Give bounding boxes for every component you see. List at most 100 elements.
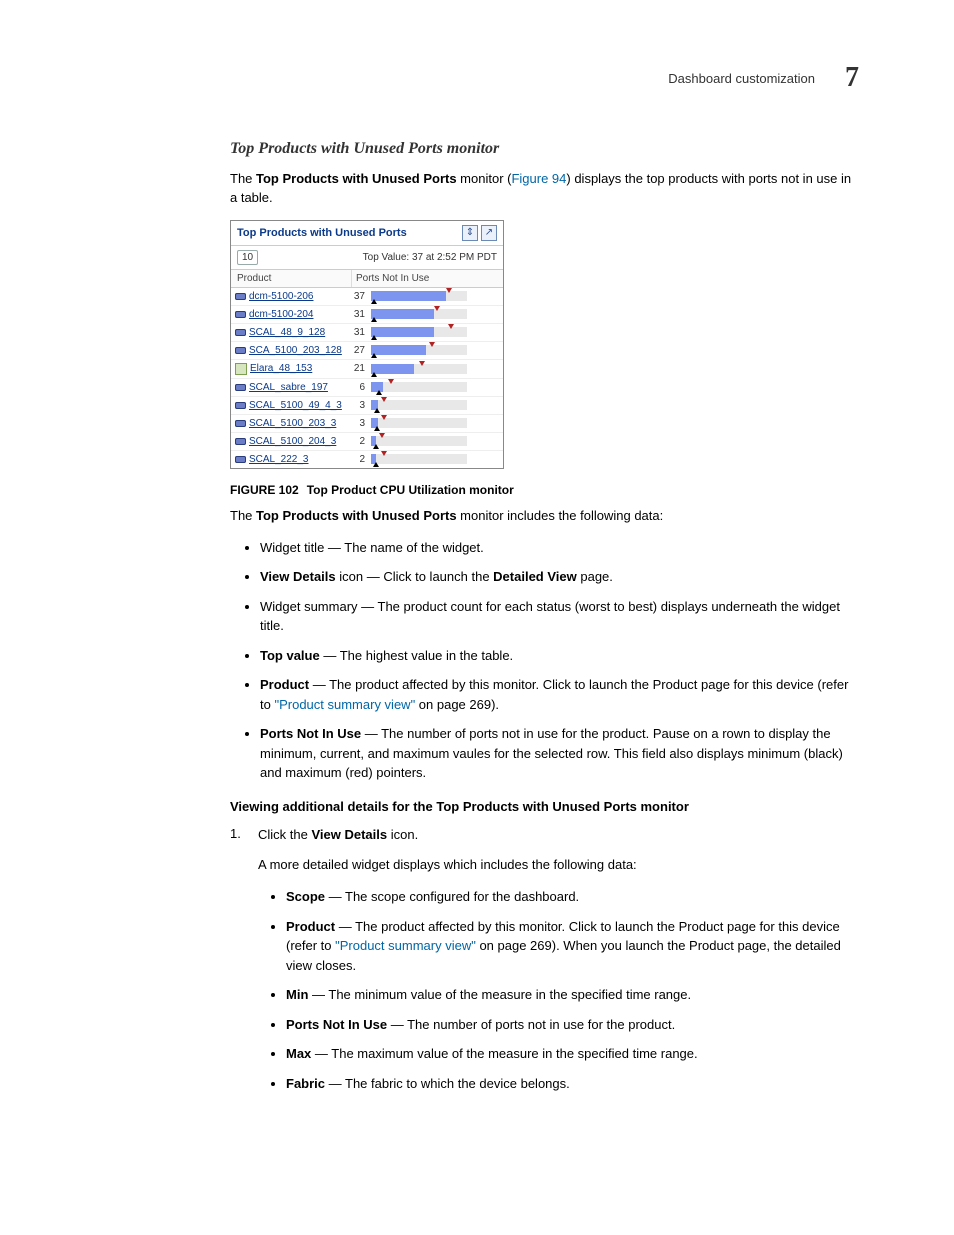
- list-item: Widget summary — The product count for e…: [260, 597, 859, 636]
- bar-cell: [371, 327, 499, 337]
- detailed-view-list: Scope — The scope configured for the das…: [258, 887, 859, 1093]
- max-pointer-icon: [419, 361, 425, 366]
- table-row[interactable]: Elara_48_15321: [231, 360, 503, 379]
- product-link[interactable]: dcm-5100-206: [249, 291, 313, 302]
- ports-value: 31: [345, 327, 365, 338]
- list-item: Ports Not In Use — The number of ports n…: [286, 1015, 859, 1035]
- min-pointer-icon: [376, 390, 382, 395]
- col-header-product[interactable]: Product: [233, 270, 352, 287]
- bar-cell: [371, 291, 499, 301]
- table-row[interactable]: dcm-5100-20637: [231, 288, 503, 306]
- product-link[interactable]: dcm-5100-204: [249, 309, 313, 320]
- product-link[interactable]: SCAL_48_9_128: [249, 327, 325, 338]
- ports-value: 2: [345, 436, 365, 447]
- table-row[interactable]: SCAL_48_9_128 31: [231, 324, 503, 342]
- viewing-additional-details-heading: Viewing additional details for the Top P…: [230, 799, 859, 814]
- ports-value: 6: [345, 382, 365, 393]
- widget-title: Top Products with Unused Ports: [237, 227, 407, 239]
- min-pointer-icon: [371, 317, 377, 322]
- product-link[interactable]: Elara_48_153: [250, 363, 312, 374]
- max-pointer-icon: [429, 342, 435, 347]
- max-pointer-icon: [388, 379, 394, 384]
- table-row[interactable]: SCAL_5100_204_3 2: [231, 433, 503, 451]
- product-summary-link[interactable]: "Product summary view": [274, 697, 415, 712]
- col-header-ports[interactable]: Ports Not In Use: [352, 270, 501, 287]
- table-row[interactable]: dcm-5100-204 31: [231, 306, 503, 324]
- product-cell: SCAL_5100_49_4_3: [235, 400, 345, 411]
- section-title: Top Products with Unused Ports monitor: [230, 140, 859, 158]
- product-link[interactable]: SCAL_5100_204_3: [249, 436, 336, 447]
- max-pointer-icon: [446, 288, 452, 293]
- widget-collapse-icon[interactable]: ⇕: [462, 225, 478, 241]
- max-pointer-icon: [379, 433, 385, 438]
- list-item: View Details icon — Click to launch the …: [260, 567, 859, 587]
- list-item: Ports Not In Use — The number of ports n…: [260, 724, 859, 783]
- switch-icon: [235, 402, 246, 409]
- bar-cell: [371, 345, 499, 355]
- min-pointer-icon: [373, 444, 379, 449]
- ports-value: 3: [345, 400, 365, 411]
- switch-icon: [235, 384, 246, 391]
- product-cell: SCAL_5100_203_3: [235, 418, 345, 429]
- product-link[interactable]: SCAL_5100_203_3: [249, 418, 336, 429]
- monitor-includes-paragraph: The Top Products with Unused Ports monit…: [230, 507, 859, 526]
- max-pointer-icon: [381, 397, 387, 402]
- product-cell: SCAL_48_9_128: [235, 327, 345, 338]
- table-row[interactable]: SCA_5100_203_12827: [231, 342, 503, 360]
- list-item: Product — The product affected by this m…: [286, 917, 859, 976]
- monitor-data-list: Widget title — The name of the widget. V…: [230, 538, 859, 783]
- min-pointer-icon: [371, 372, 377, 377]
- product-link[interactable]: SCAL_5100_49_4_3: [249, 400, 342, 411]
- switch-icon: [235, 438, 246, 445]
- step-1-text: Click the View Details icon.: [258, 826, 859, 845]
- product-cell: SCAL_222_3: [235, 454, 345, 465]
- figure-label: FIGURE 102: [230, 483, 299, 497]
- widget-top-value: Top Value: 37 at 2:52 PM PDT: [363, 252, 497, 263]
- bar-cell: [371, 400, 499, 410]
- switch-icon: [235, 311, 246, 318]
- max-pointer-icon: [381, 451, 387, 456]
- widget-count-box[interactable]: 10: [237, 250, 258, 265]
- bar-cell: [371, 364, 499, 374]
- figure-caption-text: Top Product CPU Utilization monitor: [307, 483, 514, 497]
- ports-value: 3: [345, 418, 365, 429]
- ports-value: 31: [345, 309, 365, 320]
- figure-94-link[interactable]: Figure 94: [511, 171, 566, 186]
- product-cell: dcm-5100-204: [235, 309, 345, 320]
- product-link[interactable]: SCAL_222_3: [249, 454, 309, 465]
- host-icon: [235, 363, 247, 375]
- product-cell: Elara_48_153: [235, 363, 345, 375]
- product-link[interactable]: SCA_5100_203_128: [249, 345, 342, 356]
- bar-cell: [371, 436, 499, 446]
- ports-value: 27: [345, 345, 365, 356]
- min-pointer-icon: [373, 462, 379, 467]
- list-item: Scope — The scope configured for the das…: [286, 887, 859, 907]
- product-cell: SCA_5100_203_128: [235, 345, 345, 356]
- running-header: Dashboard customization 7: [668, 62, 859, 94]
- chapter-number: 7: [845, 62, 859, 94]
- product-link[interactable]: SCAL_sabre_197: [249, 382, 328, 393]
- min-pointer-icon: [371, 353, 377, 358]
- switch-icon: [235, 329, 246, 336]
- table-row[interactable]: SCAL_5100_203_3 3: [231, 415, 503, 433]
- table-row[interactable]: SCAL_222_32: [231, 451, 503, 468]
- table-row[interactable]: SCAL_5100_49_4_33: [231, 397, 503, 415]
- figure-caption: FIGURE 102 Top Product CPU Utilization mo…: [230, 483, 859, 497]
- list-item: Max — The maximum value of the measure i…: [286, 1044, 859, 1064]
- bar-cell: [371, 382, 499, 392]
- max-pointer-icon: [448, 324, 454, 329]
- bar-cell: [371, 418, 499, 428]
- product-cell: SCAL_sabre_197: [235, 382, 345, 393]
- intro-paragraph: The Top Products with Unused Ports monit…: [230, 170, 859, 208]
- step-1-detail: A more detailed widget displays which in…: [258, 856, 859, 875]
- switch-icon: [235, 293, 246, 300]
- min-pointer-icon: [371, 335, 377, 340]
- step-1: 1. Click the View Details icon. A more d…: [230, 826, 859, 1104]
- list-item: Min — The minimum value of the measure i…: [286, 985, 859, 1005]
- product-summary-link-2[interactable]: "Product summary view": [335, 938, 476, 953]
- top-products-widget: Top Products with Unused Ports ⇕ ↗ 10 To…: [230, 220, 504, 469]
- min-pointer-icon: [371, 299, 377, 304]
- table-row[interactable]: SCAL_sabre_197 6: [231, 379, 503, 397]
- max-pointer-icon: [381, 415, 387, 420]
- view-details-icon[interactable]: ↗: [481, 225, 497, 241]
